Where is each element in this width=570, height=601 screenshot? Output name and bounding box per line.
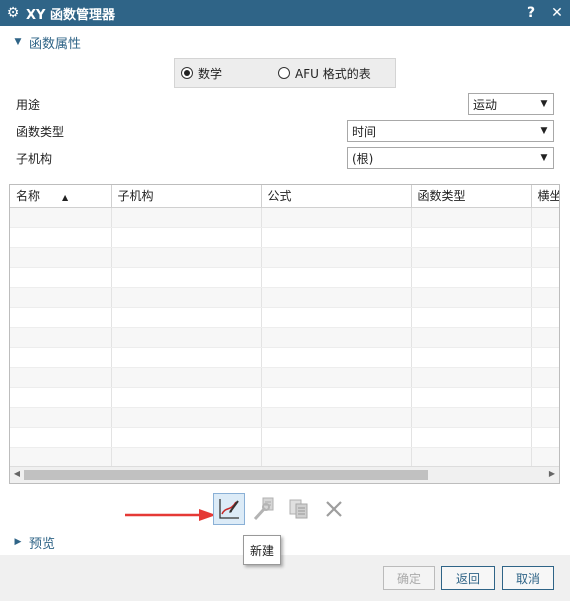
use-dropdown[interactable]: 运动 ▼ [468,93,554,115]
radio-afu-label: AFU 格式的表 [295,66,371,81]
sort-ascending-icon: ▲ [62,193,69,203]
table-row [10,247,559,268]
scroll-left-icon[interactable]: ◀ [11,469,23,478]
table-row [10,347,559,368]
table-row [10,427,559,448]
cancel-button[interactable]: 取消 [502,566,554,590]
table-row [10,407,559,428]
horizontal-scrollbar[interactable]: ◀ ▶ [10,466,559,483]
ok-button[interactable]: 确定 [383,566,435,590]
help-button[interactable]: ? [518,5,544,21]
edit-function-button[interactable] [248,493,280,525]
scrollbar-thumb[interactable] [24,470,428,480]
expand-triangle-icon: ▶ [14,537,22,547]
radio-selected-icon [181,67,193,79]
submechanism-label: 子机构 [16,152,53,166]
function-type-label: 函数类型 [16,125,65,139]
submechanism-dropdown[interactable]: (根) ▼ [347,147,554,169]
red-arrow-annotation [125,509,216,521]
window-title: XY 函数管理器 [26,7,115,23]
submechanism-value: (根) [352,151,374,166]
table-row [10,447,559,468]
radio-math[interactable]: 数学 [181,65,222,82]
dialog-footer: 确定 返回 取消 [0,555,570,601]
tooltip-text: 新建 [249,543,274,558]
table-row [10,327,559,348]
title-bar: ⚙ XY 函数管理器 ? ✕ [0,0,570,26]
table-row [10,287,559,308]
preview-header[interactable]: ▶ 预览 [7,530,565,554]
function-type-dropdown[interactable]: 时间 ▼ [347,120,554,142]
delete-x-icon [326,501,342,517]
table-row [10,367,559,388]
table-row [10,207,559,228]
function-type-value: 时间 [352,124,377,139]
copy-function-button[interactable] [283,493,315,525]
column-header-formula[interactable]: 公式 [261,185,412,208]
table-row [10,307,559,328]
radio-afu-table[interactable]: AFU 格式的表 [278,65,371,82]
table-row [10,267,559,288]
column-header-name[interactable]: 名称 ▲ [10,185,112,208]
format-radio-group: 数学 AFU 格式的表 [174,58,396,88]
function-toolbar [213,490,355,528]
copy-icon [289,499,308,519]
gear-icon[interactable]: ⚙ [0,5,26,21]
function-table[interactable]: 名称 ▲ 子机构 公式 函数类型 横坐 ◀ ▶ [9,184,560,484]
column-name-label: 名称 [16,189,41,204]
table-row [10,387,559,408]
function-properties-panel: 数学 AFU 格式的表 用途 运动 ▼ 函数类型 时间 ▼ 子机构 (根) ▼ [7,50,565,178]
use-value: 运动 [473,97,498,112]
new-function-button[interactable] [213,493,245,525]
table-row [10,227,559,248]
close-button[interactable]: ✕ [544,5,570,21]
tooltip: 新建 [243,535,281,565]
section-title: 函数属性 [29,36,82,52]
scroll-right-icon[interactable]: ▶ [546,469,558,478]
chevron-down-icon: ▼ [540,126,548,136]
delete-function-button[interactable] [318,493,350,525]
column-header-function-type[interactable]: 函数类型 [411,185,532,208]
wrench-edit-icon [253,497,274,521]
back-button[interactable]: 返回 [441,566,495,590]
radio-unselected-icon [278,67,291,79]
use-label: 用途 [16,98,41,112]
column-header-submechanism[interactable]: 子机构 [111,185,262,208]
column-header-abscissa[interactable]: 横坐 [531,185,559,208]
radio-math-label: 数学 [198,66,223,81]
chevron-down-icon: ▼ [540,99,548,109]
collapse-triangle-icon: ▼ [14,37,22,47]
chevron-down-icon: ▼ [540,153,548,163]
preview-title: 预览 [29,536,56,552]
new-chart-icon [219,499,239,519]
